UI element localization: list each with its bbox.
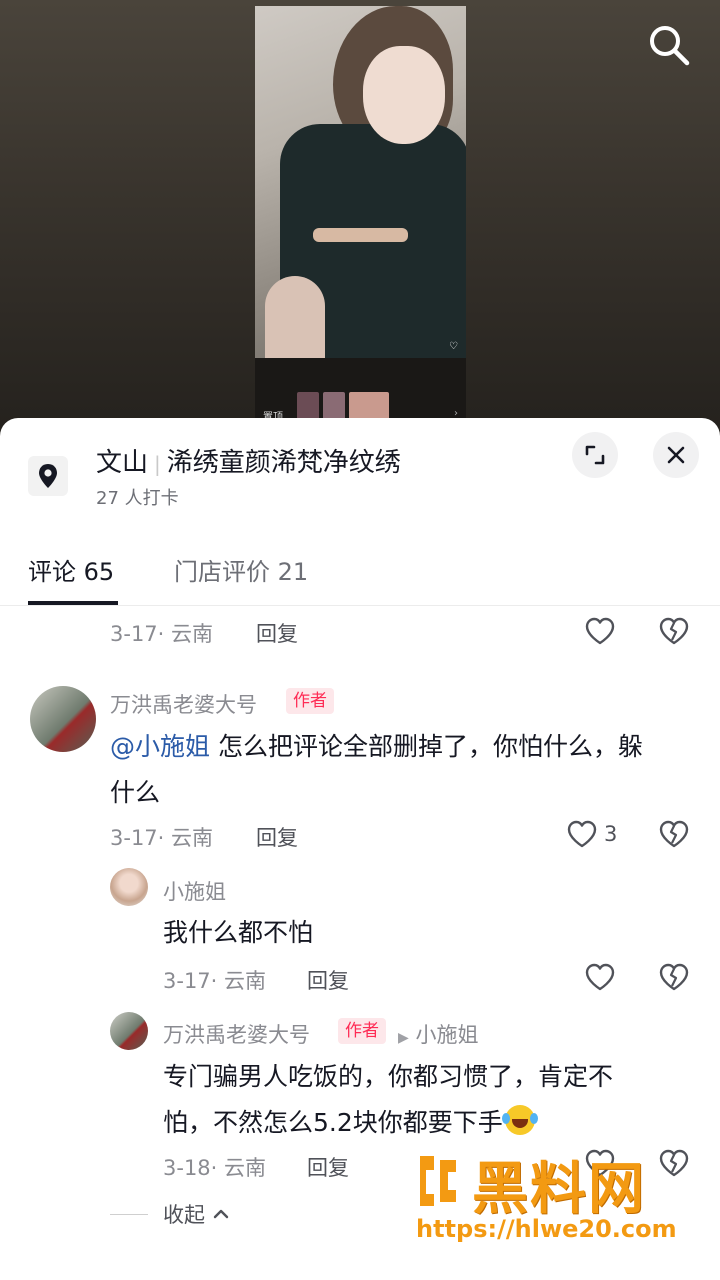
- close-button[interactable]: [653, 432, 699, 478]
- close-icon: [667, 446, 685, 464]
- pinned-thumb[interactable]: [349, 392, 389, 420]
- search-icon: [650, 26, 690, 66]
- heart-icon[interactable]: [583, 614, 617, 648]
- heart-icon[interactable]: [583, 960, 617, 994]
- caret-right-icon: ▶: [398, 1030, 409, 1046]
- comment-meta: 3-17· 云南: [110, 622, 214, 646]
- tab-bar: 评论 65 门店评价 21: [0, 528, 720, 606]
- reply-button[interactable]: 回复: [307, 1152, 349, 1182]
- reply-button[interactable]: 回复: [256, 618, 298, 648]
- video-player[interactable]: ♡: [255, 6, 466, 358]
- comment-text[interactable]: @小施姐 怎么把评论全部删掉了，你怕什么，躲 什么: [110, 724, 700, 816]
- location-pin-icon: [28, 456, 68, 496]
- video-subject-leg: [265, 276, 325, 358]
- mention-link[interactable]: @小施姐: [110, 732, 210, 761]
- tab-store-reviews[interactable]: 门店评价 21: [174, 552, 308, 587]
- tab-comments[interactable]: 评论 65: [28, 552, 114, 587]
- collapse-divider: [110, 1214, 148, 1215]
- search-button[interactable]: [644, 20, 694, 70]
- store-title[interactable]: 文山 | 浠绣童颜浠梵净纹绣: [96, 442, 401, 479]
- reply-meta: 3-18· 云南: [163, 1156, 267, 1180]
- author-badge: 作者: [338, 1018, 386, 1044]
- expand-icon: [585, 445, 605, 465]
- avatar[interactable]: [110, 868, 148, 906]
- video-subject-face: [363, 46, 445, 144]
- collapse-replies-button[interactable]: 收起: [163, 1199, 230, 1229]
- dislike-icon[interactable]: [657, 614, 691, 648]
- active-tab-indicator: [28, 601, 118, 605]
- like-count: 3: [604, 822, 618, 846]
- comment-username[interactable]: 万洪禹老婆大号: [110, 689, 257, 719]
- reply-meta: 3-17· 云南: [163, 969, 267, 993]
- reply-to-username: 小施姐: [415, 1023, 479, 1047]
- pinned-thumb[interactable]: [323, 392, 345, 420]
- dislike-icon[interactable]: [657, 1146, 691, 1180]
- chevron-up-icon: [213, 1209, 228, 1219]
- comment-text-line2: 什么: [110, 778, 161, 807]
- avatar[interactable]: [30, 686, 96, 752]
- pinned-strip[interactable]: 置顶 ›: [255, 358, 466, 423]
- expand-button[interactable]: [572, 432, 618, 478]
- reply-button[interactable]: 回复: [307, 965, 349, 995]
- store-city: 文山: [96, 448, 149, 478]
- reply-text[interactable]: 我什么都不怕: [163, 910, 313, 956]
- reply-text-line1: 专门骗男人吃饭的，你都习惯了，肯定不: [163, 1062, 614, 1091]
- checkin-count: 27 人打卡: [96, 488, 179, 509]
- reply-button[interactable]: 回复: [256, 822, 298, 852]
- comment-meta: 3-17· 云南: [110, 826, 214, 850]
- author-badge: 作者: [286, 688, 334, 714]
- reply-username[interactable]: 小施姐: [163, 876, 226, 906]
- title-separator: |: [154, 452, 161, 476]
- collapse-label: 收起: [163, 1203, 205, 1227]
- dislike-icon[interactable]: [657, 817, 691, 851]
- video-like-icon: ♡: [449, 341, 458, 352]
- store-name: 浠绣童颜浠梵净纹绣: [166, 448, 401, 478]
- watermark-logo-icon: [420, 1156, 456, 1206]
- pinned-thumb[interactable]: [297, 392, 319, 420]
- heart-icon[interactable]: [565, 817, 599, 851]
- video-subject-belt: [313, 228, 408, 242]
- avatar[interactable]: [110, 1012, 148, 1050]
- watermark-url: https://hlwe20.com: [416, 1215, 677, 1243]
- reply-to-target[interactable]: ▶ 小施姐: [398, 1019, 478, 1049]
- comment-text-line1: 怎么把评论全部删掉了，你怕什么，躲: [210, 732, 643, 761]
- reply-text-line2: 怕，不然怎么5.2块你都要下手: [163, 1108, 503, 1137]
- dislike-icon[interactable]: [657, 960, 691, 994]
- watermark-brand: 黑料网: [472, 1157, 646, 1222]
- reply-username[interactable]: 万洪禹老婆大号: [163, 1019, 310, 1049]
- laughing-crying-emoji-icon: [501, 1105, 538, 1135]
- reply-text[interactable]: 专门骗男人吃饭的，你都习惯了，肯定不 怕，不然怎么5.2块你都要下手: [163, 1054, 703, 1146]
